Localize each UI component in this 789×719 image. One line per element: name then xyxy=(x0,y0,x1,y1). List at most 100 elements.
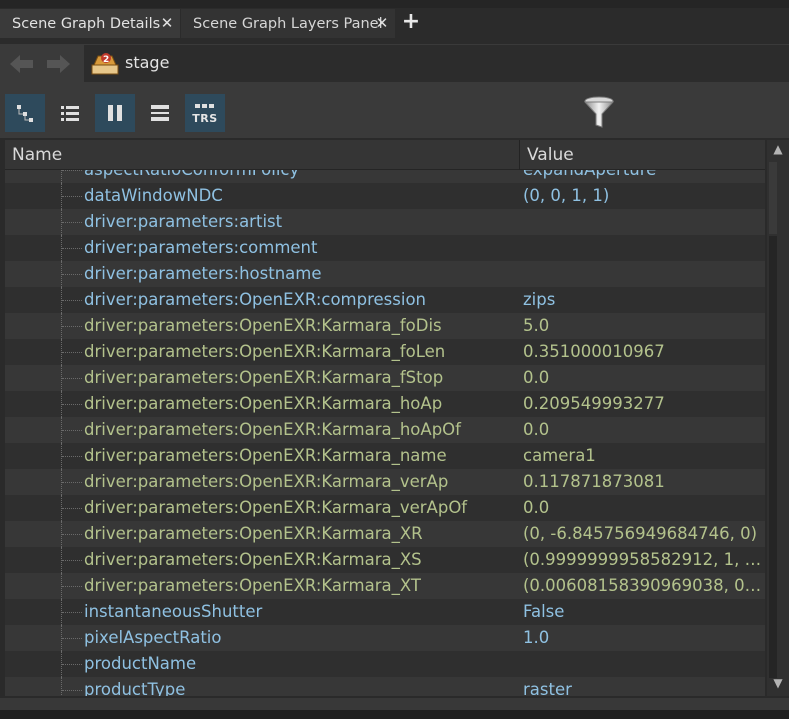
column-header-value[interactable]: Value xyxy=(520,140,765,170)
table-row[interactable]: driver:parameters:OpenEXR:Karmara_XS (0.9… xyxy=(5,547,765,573)
scene-graph-details-pane: Scene Graph Details ✕ Scene Graph Layers… xyxy=(0,0,789,719)
attribute-name: aspectRatioConformPolicy xyxy=(84,170,299,181)
tree-branch-line xyxy=(62,326,82,327)
attribute-name: pixelAspectRatio xyxy=(84,628,222,647)
attribute-value: raster xyxy=(523,680,572,696)
tab-scene-graph-layers-panel[interactable]: Scene Graph Layers Panel ✕ xyxy=(181,9,395,38)
tree-branch-line xyxy=(62,664,82,665)
tree-branch-line xyxy=(62,300,82,301)
attribute-name: dataWindowNDC xyxy=(84,186,223,205)
attribute-name: driver:parameters:OpenEXR:Karmara_verAp xyxy=(84,472,449,491)
add-tab-icon[interactable]: + xyxy=(399,11,423,35)
attribute-value: (0.00608158390969038, 0, … xyxy=(523,576,763,595)
attribute-name: driver:parameters:comment xyxy=(84,238,318,257)
table-row[interactable]: driver:parameters:OpenEXR:Karmara_foDis 5… xyxy=(5,313,765,339)
table-row[interactable]: driver:parameters:OpenEXR:Karmara_XR (0, … xyxy=(5,521,765,547)
column-header-name[interactable]: Name xyxy=(5,140,520,170)
tree-branch-line xyxy=(62,248,82,249)
table-row[interactable]: driver:parameters:OpenEXR:Karmara_fStop 0… xyxy=(5,365,765,391)
scroll-down-icon[interactable]: ▼ xyxy=(770,676,786,694)
attribute-name: driver:parameters:OpenEXR:Karmara_XS xyxy=(84,550,422,569)
tab-scene-graph-details[interactable]: Scene Graph Details ✕ xyxy=(0,9,180,38)
tree-guide-line xyxy=(61,170,62,183)
table-row[interactable]: productName xyxy=(5,651,765,677)
tree-branch-line xyxy=(62,404,82,405)
tree-branch-line xyxy=(62,612,82,613)
attribute-name: driver:parameters:OpenEXR:Karmara_fStop xyxy=(84,368,444,387)
table-row[interactable]: driver:parameters:OpenEXR:Karmara_foLen 0… xyxy=(5,339,765,365)
table-row[interactable]: driver:parameters:OpenEXR:compression zip… xyxy=(5,287,765,313)
attribute-name: driver:parameters:OpenEXR:Karmara_verApO… xyxy=(84,498,468,517)
table-row[interactable]: driver:parameters:hostname xyxy=(5,261,765,287)
lop-network-icon: 2 xyxy=(90,51,120,77)
vertical-scrollbar[interactable]: ▲ ▼ xyxy=(767,140,789,696)
trs-toggle[interactable]: TRS xyxy=(185,94,225,132)
attribute-rows: aspectRatioConformPolicy expandAperture da… xyxy=(5,170,765,696)
scroll-up-icon[interactable]: ▲ xyxy=(770,142,786,160)
table-row[interactable]: dataWindowNDC (0, 0, 1, 1) xyxy=(5,183,765,209)
tab-label: Scene Graph Details xyxy=(12,15,161,32)
attribute-value: (0, 0, 1, 1) xyxy=(523,186,610,205)
tree-branch-line xyxy=(62,196,82,197)
table-row[interactable]: instantaneousShutter False xyxy=(5,599,765,625)
tree-view-toggle[interactable] xyxy=(5,94,45,132)
attribute-value: camera1 xyxy=(523,446,596,465)
tab-label: Scene Graph Layers Panel xyxy=(193,15,383,32)
table-row[interactable]: driver:parameters:OpenEXR:Karmara_XT (0.0… xyxy=(5,573,765,599)
table-row[interactable]: pixelAspectRatio 1.0 xyxy=(5,625,765,651)
attribute-name: driver:parameters:hostname xyxy=(84,264,322,283)
table-row[interactable]: driver:parameters:comment xyxy=(5,235,765,261)
scroll-thumb[interactable] xyxy=(769,236,777,678)
tree-header: Name Value xyxy=(5,140,765,170)
tree-branch-line xyxy=(62,690,82,691)
tree-branch-line xyxy=(62,430,82,431)
tree-branch-line xyxy=(62,482,82,483)
attribute-name: driver:parameters:artist xyxy=(84,212,283,231)
table-row[interactable]: productType raster xyxy=(5,677,765,696)
close-icon[interactable]: ✕ xyxy=(160,16,174,31)
tree-guide-line xyxy=(61,677,62,696)
tab-bar: Scene Graph Details ✕ Scene Graph Layers… xyxy=(0,0,789,46)
tree-branch-line xyxy=(62,560,82,561)
forward-arrow-icon[interactable] xyxy=(44,52,72,76)
attribute-name: driver:parameters:OpenEXR:Karmara_name xyxy=(84,446,447,465)
attribute-value: zips xyxy=(523,290,556,309)
tree-branch-line xyxy=(62,456,82,457)
attribute-value: 0.209549993277 xyxy=(523,394,665,413)
attribute-value: 0.0 xyxy=(523,368,550,387)
path-field[interactable]: 2 stage xyxy=(84,45,789,82)
attribute-value: (0.9999999958582912, 1, 0… xyxy=(523,550,763,569)
rows-view-toggle[interactable] xyxy=(140,94,180,132)
tree-branch-line xyxy=(62,222,82,223)
table-row[interactable]: driver:parameters:OpenEXR:Karmara_name ca… xyxy=(5,443,765,469)
path-text: stage xyxy=(125,53,170,72)
table-row[interactable]: driver:parameters:OpenEXR:Karmara_hoAp 0.… xyxy=(5,391,765,417)
back-arrow-icon[interactable] xyxy=(8,52,36,76)
tree-branch-line xyxy=(62,508,82,509)
attribute-value: expandAperture xyxy=(523,170,763,181)
table-row[interactable]: driver:parameters:artist xyxy=(5,209,765,235)
attribute-value: 0.0 xyxy=(523,420,550,439)
filter-funnel-icon[interactable] xyxy=(580,94,618,130)
table-row[interactable]: driver:parameters:OpenEXR:Karmara_hoApOf… xyxy=(5,417,765,443)
scroll-track[interactable] xyxy=(769,162,777,234)
rows-icon xyxy=(151,105,169,121)
list-view-toggle[interactable] xyxy=(50,94,90,132)
close-icon[interactable]: ✕ xyxy=(375,16,389,31)
attribute-name: driver:parameters:OpenEXR:Karmara_hoApOf xyxy=(84,420,461,439)
attribute-name: productType xyxy=(84,680,186,696)
table-row[interactable]: driver:parameters:OpenEXR:Karmara_verAp 0… xyxy=(5,469,765,495)
list-icon xyxy=(61,106,79,121)
tree-branch-line xyxy=(62,586,82,587)
attribute-name: productName xyxy=(84,654,197,673)
tree-branch-line xyxy=(62,352,82,353)
tree-branch-line xyxy=(62,170,82,171)
tab-bar-top-strip xyxy=(0,0,789,8)
table-row[interactable]: aspectRatioConformPolicy expandAperture xyxy=(5,170,765,183)
attribute-name: driver:parameters:OpenEXR:Karmara_foDis xyxy=(84,316,442,335)
tree-branch-line xyxy=(62,534,82,535)
columns-icon xyxy=(108,105,122,121)
table-row[interactable]: driver:parameters:OpenEXR:Karmara_verApO… xyxy=(5,495,765,521)
columns-view-toggle[interactable] xyxy=(95,94,135,132)
trs-label: TRS xyxy=(192,111,218,125)
